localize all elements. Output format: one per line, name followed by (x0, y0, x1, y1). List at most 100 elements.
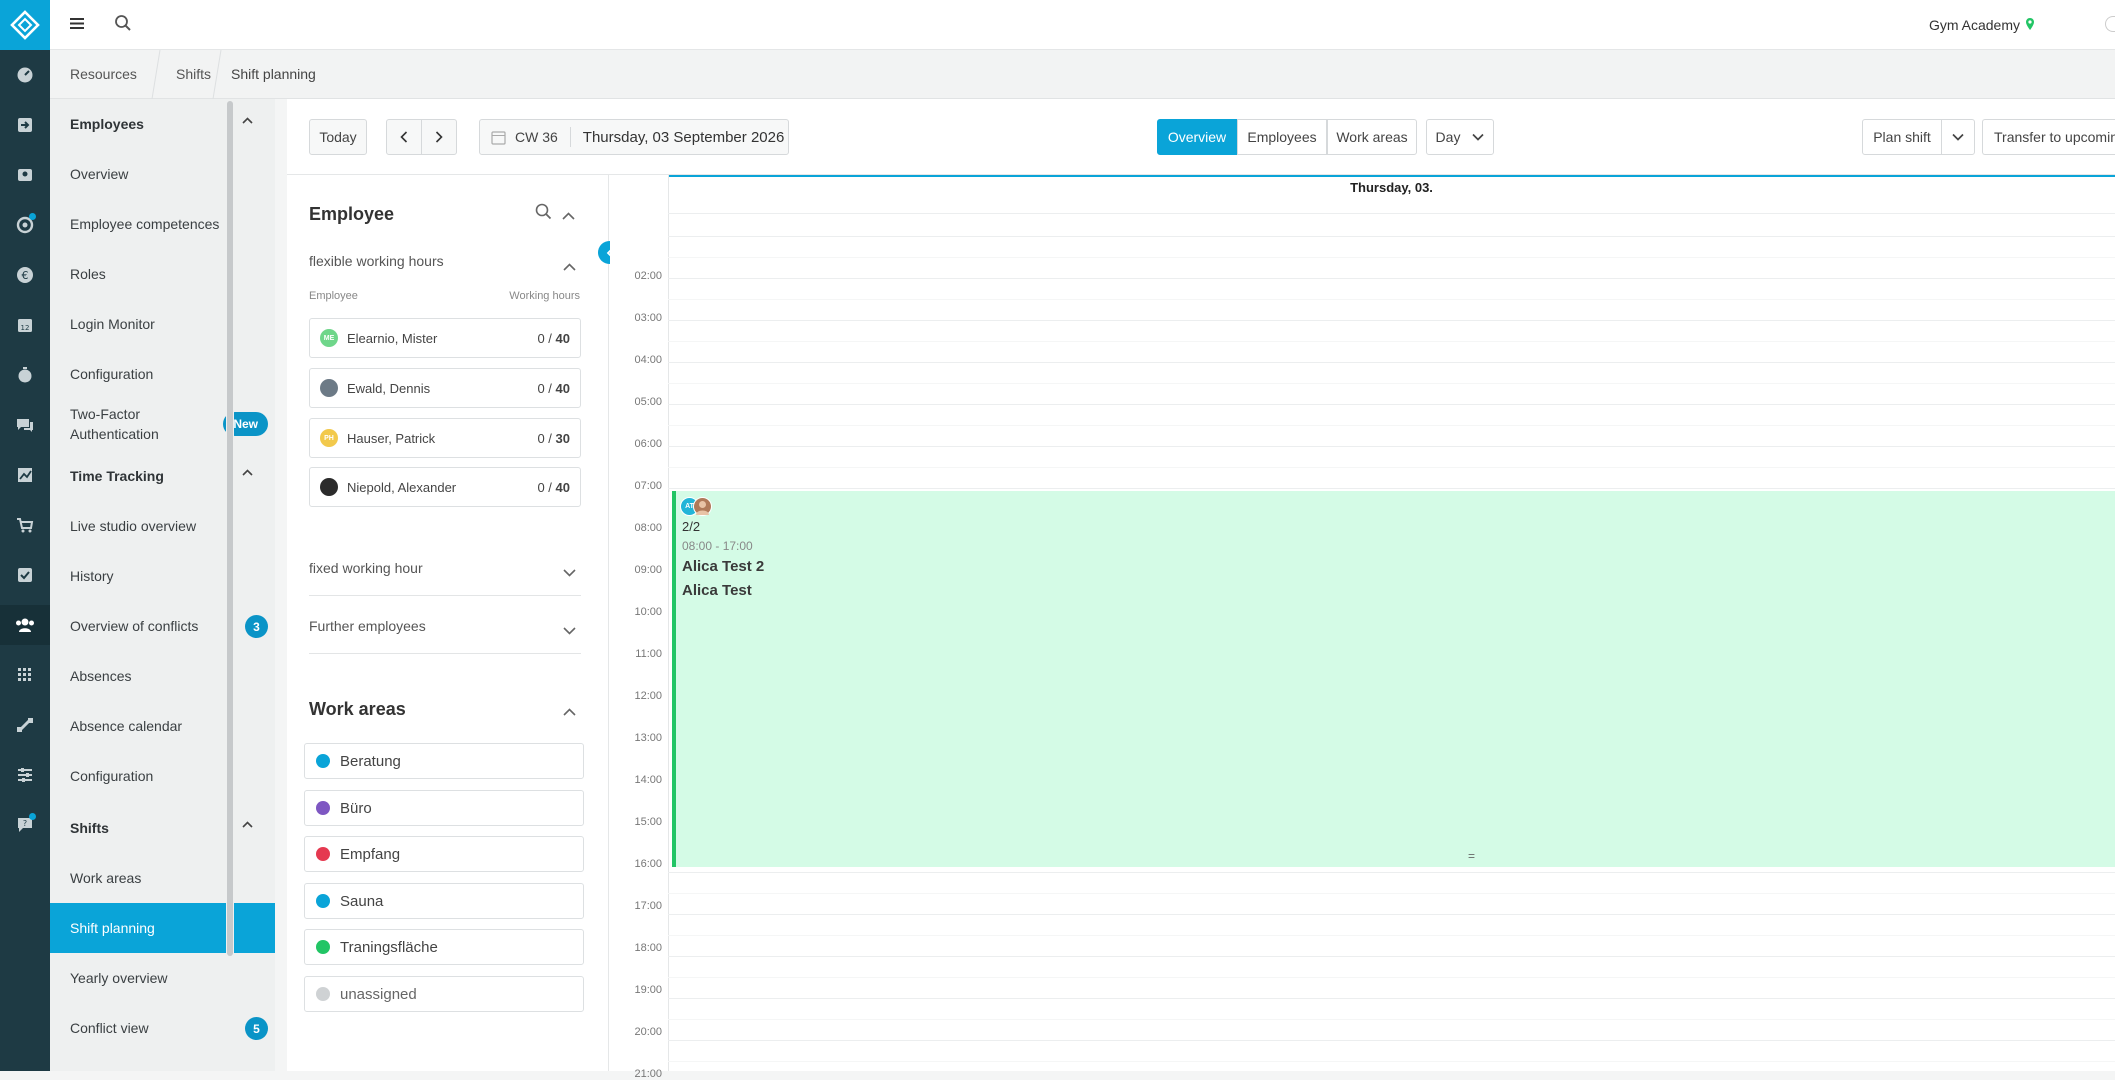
sidebar-item-overview-of-conflicts[interactable]: Overview of conflicts 3 (50, 601, 275, 651)
tasks-check-icon[interactable] (0, 555, 50, 595)
further-chevron-down-icon[interactable] (563, 622, 576, 640)
chevron-right-icon (435, 131, 443, 143)
equipment-icon[interactable] (0, 705, 50, 745)
prev-button[interactable] (386, 119, 422, 155)
fixed-chevron-down-icon[interactable] (563, 564, 576, 582)
sidebar-item-login-monitor[interactable]: Login Monitor (50, 299, 275, 349)
work-area-item[interactable]: Beratung (304, 743, 584, 779)
sidebar-group-shifts[interactable]: Shifts (50, 803, 275, 853)
main-content: Today CW 36 Thursday, 03 September 2026 … (287, 99, 2115, 1080)
shop-cart-icon[interactable] (0, 505, 50, 545)
fixed-hours-heading[interactable]: fixed working hour (309, 560, 423, 576)
sidebar-item-employee-competences[interactable]: Employee competences (50, 199, 275, 249)
date-picker[interactable]: CW 36 Thursday, 03 September 2026 (479, 119, 789, 155)
app-rail: € 12 ? (0, 0, 50, 1071)
chat-icon[interactable] (0, 405, 50, 445)
flexible-hours-heading[interactable]: flexible working hours (309, 253, 444, 269)
menu-icon[interactable] (70, 17, 84, 35)
hour-label: 16:00 (634, 858, 662, 870)
sidebar-item-history[interactable]: History (50, 551, 275, 601)
sidebar-item-roles[interactable]: Roles (50, 249, 275, 299)
view-employees-tab[interactable]: Employees (1237, 119, 1327, 155)
statistics-icon[interactable] (0, 455, 50, 495)
work-area-item[interactable]: Büro (304, 790, 584, 826)
employee-search-icon[interactable] (535, 203, 552, 225)
day-header: Thursday, 03. (668, 177, 2115, 214)
work-area-item[interactable]: unassigned (304, 976, 584, 1012)
sidebar-group-time-tracking[interactable]: Time Tracking (50, 451, 275, 501)
sidebar-item-absences[interactable]: Absences (50, 651, 275, 701)
plan-shift-button[interactable]: Plan shift (1862, 119, 1942, 155)
search-icon[interactable] (114, 14, 132, 37)
sidebar-item-live-studio-overview[interactable]: Live studio overview (50, 501, 275, 551)
work-area-item[interactable]: Sauna (304, 883, 584, 919)
breadcrumb-resources[interactable]: Resources (70, 50, 137, 99)
sidebar-group-employees[interactable]: Employees (50, 99, 275, 149)
studio-name[interactable]: Gym Academy (1929, 17, 2020, 33)
chevron-up-icon (242, 469, 253, 476)
employee-card[interactable]: Ewald, Dennis 0 / 40 (309, 368, 581, 408)
hour-label: 15:00 (634, 816, 662, 828)
sidebar-item-work-areas[interactable]: Work areas (50, 853, 275, 903)
members-icon[interactable] (0, 155, 50, 195)
employee-card[interactable]: PH Hauser, Patrick 0 / 30 (309, 418, 581, 458)
sidebar-item-two-factor[interactable]: Two-Factor Authentication New (50, 399, 275, 449)
staff-users-icon[interactable] (0, 605, 50, 645)
hour-label: 08:00 (634, 522, 662, 534)
user-menu-edge[interactable] (2105, 16, 2115, 32)
calendar-icon[interactable]: 12 (0, 305, 50, 345)
employee-card[interactable]: Niepold, Alexander 0 / 40 (309, 467, 581, 507)
app-logo[interactable] (0, 0, 50, 50)
employee-name: Hauser, Patrick (347, 430, 436, 446)
working-hours: 0 / 30 (537, 431, 570, 446)
conflict-view-badge: 5 (245, 1017, 268, 1040)
work-areas-collapse-icon[interactable] (563, 703, 576, 721)
settings-cog-icon[interactable] (0, 205, 50, 245)
sidebar-item-conflict-view[interactable]: Conflict view 5 (50, 1003, 275, 1053)
plan-shift-dropdown[interactable] (1941, 119, 1975, 155)
shift-event[interactable]: AT 2/2 08:00 - 17:00 Alica Test 2 Alica … (672, 491, 2115, 867)
breadcrumb-shifts[interactable]: Shifts (176, 50, 211, 99)
hour-label: 17:00 (634, 900, 662, 912)
sidebar-item-time-configuration[interactable]: Configuration (50, 751, 275, 801)
chevron-up-icon (242, 117, 253, 124)
chevron-down-icon (1952, 133, 1964, 141)
avatar (320, 379, 338, 397)
breadcrumb: Resources Shifts Shift planning (50, 50, 2115, 99)
resize-handle[interactable]: = (1468, 849, 1475, 863)
transfer-button[interactable]: Transfer to upcoming (1982, 119, 2115, 155)
sidebar-item-shift-planning[interactable]: Shift planning (50, 903, 275, 953)
work-area-item[interactable]: Empfang (304, 836, 584, 872)
help-icon[interactable]: ? (0, 805, 50, 845)
finance-icon[interactable]: € (0, 255, 50, 295)
shift-occupancy: 2/2 (682, 519, 701, 534)
view-overview-tab[interactable]: Overview (1157, 119, 1237, 155)
sidebar-item-absence-calendar[interactable]: Absence calendar (50, 701, 275, 751)
hour-label: 03:00 (634, 312, 662, 324)
sidebar-item-yearly-overview[interactable]: Yearly overview (50, 953, 275, 1003)
hour-label: 21:00 (634, 1068, 662, 1080)
sidebar: Employees Overview Employee competences … (50, 99, 275, 1071)
hour-label: 05:00 (634, 396, 662, 408)
view-work-areas-tab[interactable]: Work areas (1327, 119, 1417, 155)
hour-label: 09:00 (634, 564, 662, 576)
dashboard-icon[interactable] (0, 55, 50, 95)
employee-collapse-icon[interactable] (562, 207, 575, 225)
today-button[interactable]: Today (309, 119, 367, 155)
shift-employee-name: Alica Test 2 (682, 558, 765, 575)
timer-icon[interactable] (0, 355, 50, 395)
next-button[interactable] (421, 119, 457, 155)
hour-label: 19:00 (634, 984, 662, 996)
work-area-item[interactable]: Traningsfläche (304, 929, 584, 965)
employee-card[interactable]: ME Elearnio, Mister 0 / 40 (309, 318, 581, 358)
range-select[interactable]: Day (1426, 119, 1494, 155)
sliders-icon[interactable] (0, 755, 50, 795)
flexible-chevron-up-icon[interactable] (563, 258, 576, 276)
grid-icon[interactable] (0, 655, 50, 695)
sidebar-item-overview[interactable]: Overview (50, 149, 275, 199)
sidebar-scrollbar[interactable] (226, 99, 234, 1071)
hour-label: 10:00 (634, 606, 662, 618)
further-employees-heading[interactable]: Further employees (309, 618, 426, 634)
checkin-icon[interactable] (0, 105, 50, 145)
sidebar-item-configuration[interactable]: Configuration (50, 349, 275, 399)
